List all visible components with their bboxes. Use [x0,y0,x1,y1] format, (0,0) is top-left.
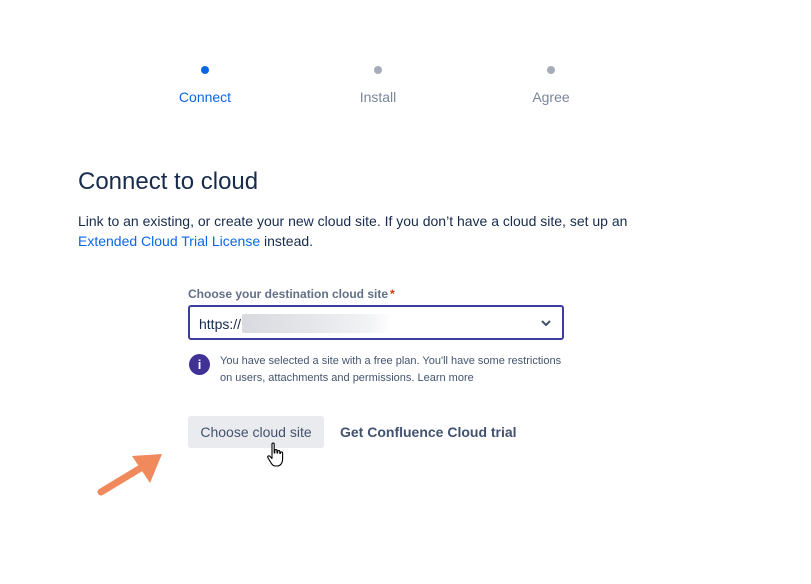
step-install: Install [318,62,438,105]
step-label: Connect [178,89,232,105]
extended-trial-link[interactable]: Extended Cloud Trial License [78,233,260,249]
cloud-site-select[interactable]: https:// [188,305,564,340]
info-icon: i [189,354,210,375]
page-title: Connect to cloud [78,168,259,195]
description-suffix: instead. [260,233,314,249]
step-connect: Connect [145,62,265,105]
step-dot [547,66,555,74]
description-text: Link to an existing, or create your new … [78,213,628,229]
step-label: Install [359,89,397,105]
step-dot [374,66,382,74]
cloud-site-field-label: Choose your destination cloud site * [188,287,395,301]
field-label-text: Choose your destination cloud site [188,287,389,301]
page-description: Link to an existing, or create your new … [78,211,678,251]
cloud-site-select-value: https:// [199,316,242,332]
redacted-site-url [242,314,392,333]
hand-pointer-cursor-icon [267,442,284,467]
required-indicator: * [390,287,395,301]
choose-cloud-site-button[interactable]: Choose cloud site [188,416,324,448]
step-label: Agree [532,89,570,105]
chevron-down-icon[interactable] [539,316,553,330]
free-plan-info-message: You have selected a site with a free pla… [220,355,562,384]
progress-stepper: Connect Install Agree [0,62,811,122]
step-dot-active [201,66,209,74]
get-confluence-trial-button[interactable]: Get Confluence Cloud trial [332,416,525,448]
step-agree: Agree [491,62,611,105]
annotation-arrow-icon [97,454,162,496]
